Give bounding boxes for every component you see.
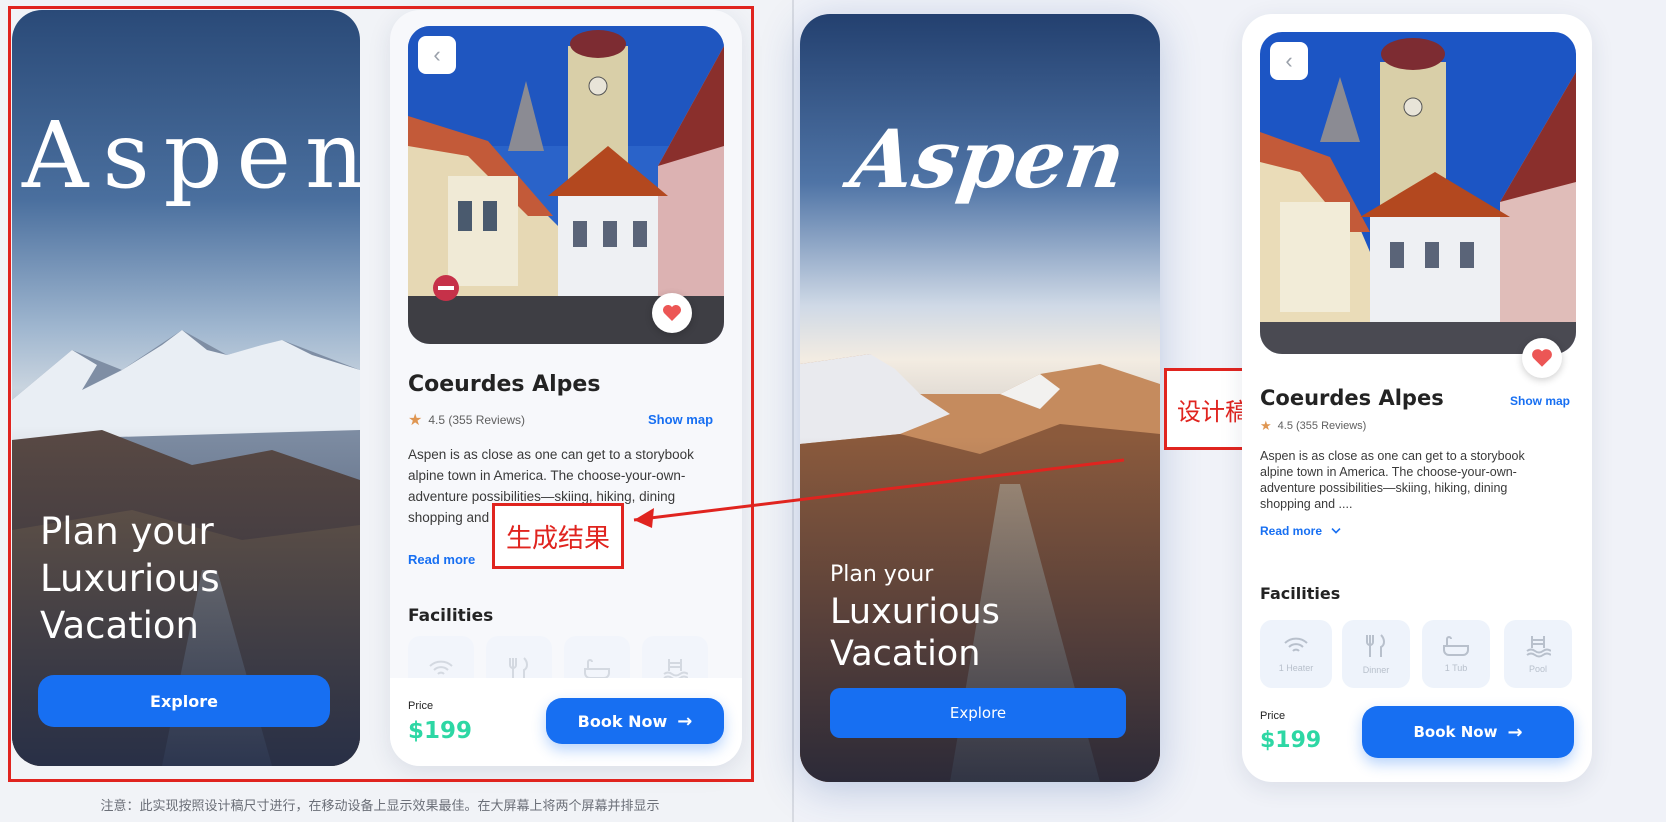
generated-result-panel: Aspen Plan your Luxurious Vacation Explo… (0, 0, 792, 822)
screenshot-stage: Aspen Plan your Luxurious Vacation Explo… (0, 0, 1666, 822)
design-price-value: $199 (1260, 728, 1322, 753)
design-chevron-down-icon (1331, 528, 1341, 534)
design-read-more-label: Read more (1260, 524, 1323, 538)
design-detail-screen: ‹ Coeurdes Alpes Show map ★ 4.5 (355 Rev… (1242, 14, 1592, 782)
design-splash-heading-luxurious: Luxurious (830, 592, 1000, 632)
design-heart-icon (1532, 349, 1552, 367)
design-facility-dinner[interactable]: Dinner (1342, 620, 1410, 688)
design-show-map-link[interactable]: Show map (1510, 394, 1570, 408)
design-book-now-label: Book Now (1413, 723, 1498, 741)
design-rating: ★ 4.5 (355 Reviews) (1260, 418, 1366, 434)
design-facility-heater[interactable]: 1 Heater (1260, 620, 1332, 688)
design-favorite-button[interactable] (1522, 338, 1562, 378)
design-rating-text: 4.5 (355 Reviews) (1277, 420, 1367, 432)
generated-result-label: 生成结果 (492, 503, 624, 569)
annotation-arrow (633, 458, 1125, 528)
design-facility-dinner-label: Dinner (1362, 665, 1390, 675)
generated-result-outline (8, 6, 754, 782)
design-explore-button[interactable]: Explore (830, 688, 1126, 738)
design-bathtub-icon (1443, 636, 1469, 656)
design-facility-tub-label: 1 Tub (1444, 663, 1468, 673)
design-wifi-icon (1284, 637, 1308, 652)
design-dinner-icon (1366, 634, 1385, 657)
design-pool-icon (1526, 636, 1551, 658)
design-facility-tub[interactable]: 1 Tub (1422, 620, 1490, 688)
design-draft-panel: Aspen Plan your Luxurious Vacation Explo… (633, 0, 1666, 822)
design-book-now-button[interactable]: Book Now → (1362, 706, 1574, 758)
design-place-title: Coeurdes Alpes (1260, 386, 1444, 410)
design-facility-pool-label: Pool (1528, 664, 1547, 674)
design-chevron-left-icon: ‹ (1285, 48, 1293, 73)
bottom-note: 注意：此实现按照设计稿尺寸进行，在移动设备上显示效果最佳。在大屏幕上将两个屏幕并… (100, 799, 660, 814)
design-splash-title-aspen: Aspen (845, 112, 1131, 206)
design-arrow-right-icon: → (1507, 721, 1523, 743)
design-town-photo-image (1260, 32, 1576, 354)
design-splash-heading-vacation: Vacation (830, 634, 981, 674)
design-star-icon: ★ (1260, 418, 1272, 433)
design-splash-screen: Aspen Plan your Luxurious Vacation Explo… (800, 14, 1160, 782)
design-facilities-title: Facilities (1260, 584, 1341, 603)
design-description-text: Aspen is as close as one can get to a st… (1260, 449, 1525, 511)
design-back-button[interactable]: ‹ (1270, 42, 1308, 80)
design-facility-pool[interactable]: Pool (1504, 620, 1572, 688)
design-read-more-link[interactable]: Read more (1260, 524, 1342, 538)
design-town-photo (1260, 32, 1576, 354)
design-splash-heading-plan: Plan your (830, 562, 934, 587)
design-price-label: Price (1260, 710, 1286, 722)
design-facility-heater-label: 1 Heater (1278, 663, 1314, 673)
